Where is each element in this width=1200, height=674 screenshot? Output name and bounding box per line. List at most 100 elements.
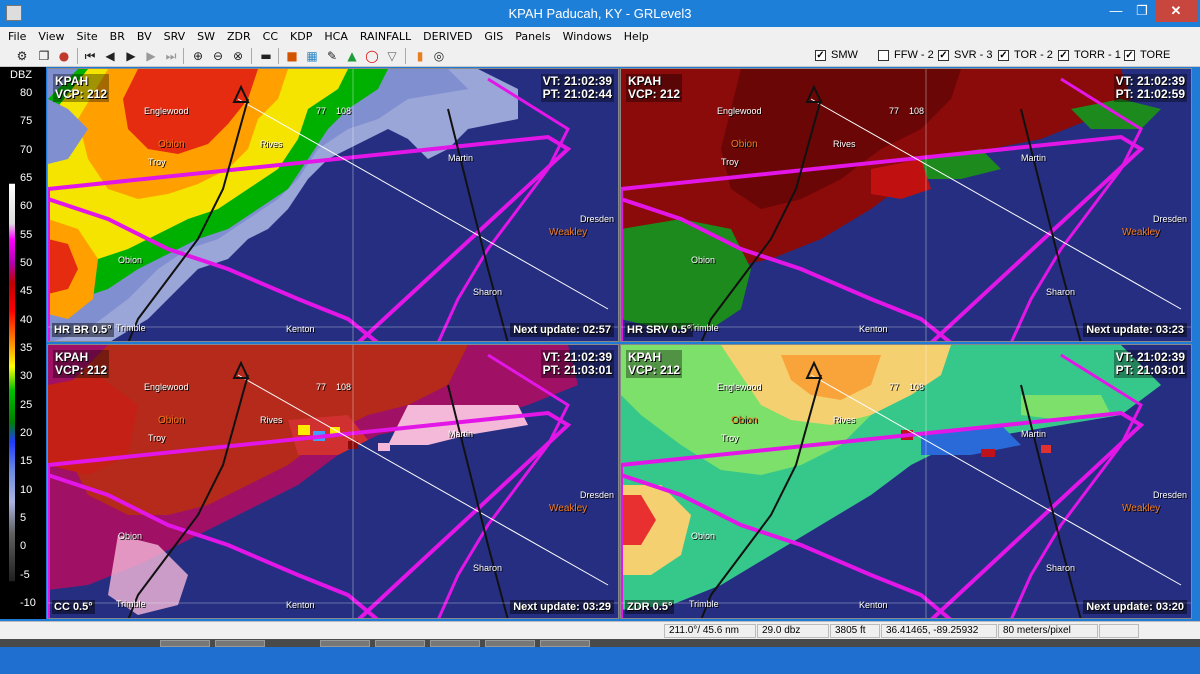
status-height: 3805 ft: [830, 624, 880, 638]
prev-frame-icon[interactable]: ◀: [102, 48, 118, 64]
menu-site[interactable]: Site: [77, 30, 98, 43]
radar-panel-correlation[interactable]: Englewood Obion Troy Rives Martin Dresde…: [47, 344, 619, 619]
checkbox-icon: ✓: [998, 49, 1009, 61]
color-scale-tick: 15: [20, 455, 33, 468]
color-scale: DBZ 80 75 70 65 60 55 50 45 40 35 30 25 …: [0, 67, 46, 619]
zoom-in-icon[interactable]: ⊕: [190, 48, 206, 64]
color-scale-tick: 10: [20, 483, 33, 496]
town-label: Rives: [833, 139, 856, 149]
radar-panel-reflectivity[interactable]: Englewood Obion Troy Rives Martin Dresde…: [47, 68, 619, 342]
color-scale-tick: 80: [20, 87, 33, 99]
town-label: Rives: [260, 415, 283, 425]
radar-panel-velocity[interactable]: Englewood Obion Troy Rives Martin Dresde…: [620, 68, 1192, 342]
menu-kdp[interactable]: KDP: [290, 30, 312, 43]
menu-rainfall[interactable]: RAINFALL: [360, 30, 411, 43]
town-label: Martin: [1021, 429, 1047, 439]
warning-toggle-torr[interactable]: ✓ TORR - 1: [1058, 49, 1121, 61]
warning-toggle-smw[interactable]: ✓ SMW: [815, 49, 858, 61]
county-label: Obion: [158, 415, 185, 426]
panel-time-info: VT: 21:02:39 PT: 21:02:59: [1113, 74, 1187, 102]
town-label: Rives: [260, 139, 283, 149]
status-resolution: 80 meters/pixel: [998, 624, 1098, 638]
circle-icon[interactable]: ◯: [364, 48, 380, 64]
warning-toggle-ffw[interactable]: FFW - 2: [878, 49, 934, 61]
warning-label: TOR - 2: [1014, 49, 1053, 61]
town-label: Sharon: [1046, 563, 1076, 573]
maximize-button[interactable]: ❐: [1129, 0, 1155, 22]
settings-icon[interactable]: ⚙: [14, 48, 30, 64]
town-label: Obion: [691, 531, 716, 541]
warning-toggle-svr[interactable]: ✓ SVR - 3: [938, 49, 993, 61]
close-button[interactable]: ✕: [1155, 0, 1197, 22]
menu-panels[interactable]: Panels: [515, 30, 550, 43]
target-icon[interactable]: ◎: [431, 48, 447, 64]
palette-icon[interactable]: ●: [56, 48, 72, 64]
taskbar-item[interactable]: [375, 640, 425, 647]
taskbar-item[interactable]: [215, 640, 265, 647]
panel-site-info: KPAH VCP: 212: [53, 350, 110, 378]
status-empty: [1099, 624, 1139, 638]
process-time: PT: 21:02:59: [1115, 87, 1185, 101]
pin-icon[interactable]: ✎: [324, 48, 340, 64]
taskbar-item[interactable]: [160, 640, 210, 647]
menu-sw[interactable]: SW: [197, 30, 215, 43]
radar-image: [48, 69, 618, 341]
taskbar-item[interactable]: [320, 640, 370, 647]
route-label: 77: [316, 106, 327, 116]
taskbar-item[interactable]: [430, 640, 480, 647]
county-label: Weakley: [1122, 227, 1161, 238]
menu-srv[interactable]: SRV: [164, 30, 186, 43]
clear-icon[interactable]: ▬: [258, 48, 274, 64]
town-label: Trimble: [689, 599, 719, 609]
menu-help[interactable]: Help: [624, 30, 649, 43]
menu-br[interactable]: BR: [110, 30, 125, 43]
menu-file[interactable]: File: [8, 30, 26, 43]
menu-view[interactable]: View: [38, 30, 64, 43]
zoom-reset-icon[interactable]: ⊗: [230, 48, 246, 64]
zoom-out-icon[interactable]: ⊖: [210, 48, 226, 64]
menu-bv[interactable]: BV: [137, 30, 152, 43]
toolbar: ⚙ ❐ ● ⏮ ◀ ▶ ▶ ⏭ ⊕ ⊖ ⊗ ▬ ■ ▦ ✎ ▲ ◯ ▽ ▮ ◎ …: [0, 45, 1200, 67]
town-label: Englewood: [144, 382, 189, 392]
orange-box-icon[interactable]: ▮: [412, 48, 428, 64]
menu-hca[interactable]: HCA: [324, 30, 347, 43]
minimize-button[interactable]: —: [1103, 0, 1129, 22]
menu-zdr[interactable]: ZDR: [227, 30, 251, 43]
first-frame-icon[interactable]: ⏮: [82, 48, 98, 64]
grid-icon[interactable]: ▦: [304, 48, 320, 64]
product-label: HR SRV 0.5°: [625, 323, 694, 337]
warning-toggle-tor[interactable]: ✓ TOR - 2: [998, 49, 1053, 61]
play-icon[interactable]: ▶: [123, 48, 139, 64]
warning-label: SMW: [831, 49, 858, 61]
route-label: 77: [316, 382, 327, 392]
vcp-label: VCP: 212: [628, 363, 681, 377]
route-label: 108: [336, 382, 352, 392]
color-scale-tick: 50: [20, 257, 33, 269]
county-label: Obion: [731, 415, 758, 426]
last-frame-icon[interactable]: ⏭: [163, 48, 179, 64]
radar-image: [621, 69, 1191, 341]
radar-panel-zdr[interactable]: Englewood Obion Troy Rives Martin Dresde…: [620, 344, 1192, 619]
menu-cc[interactable]: CC: [263, 30, 278, 43]
town-label: Dresden: [580, 214, 615, 224]
route-label: 108: [909, 382, 925, 392]
menu-derived[interactable]: DERIVED: [423, 30, 472, 43]
checkbox-icon: ✓: [1058, 49, 1069, 61]
warning-label: TORR - 1: [1074, 49, 1121, 61]
storm-icon[interactable]: ■: [284, 48, 300, 64]
toolbar-separator: [251, 48, 252, 64]
warning-toggle-tore[interactable]: ✓ TORE: [1124, 49, 1170, 61]
menu-gis[interactable]: GIS: [484, 30, 503, 43]
color-scale-tick: 25: [20, 398, 33, 411]
warning-label: FFW - 2: [894, 49, 934, 61]
filter-icon[interactable]: ▽: [384, 48, 400, 64]
next-frame-icon[interactable]: ▶: [143, 48, 159, 64]
triangle-icon[interactable]: ▲: [344, 48, 360, 64]
town-label: Englewood: [717, 382, 762, 392]
menu-windows[interactable]: Windows: [563, 30, 612, 43]
copy-icon[interactable]: ❐: [36, 48, 52, 64]
town-label: Trimble: [116, 599, 146, 609]
taskbar-item[interactable]: [540, 640, 590, 647]
panel-time-info: VT: 21:02:39 PT: 21:03:01: [540, 350, 614, 378]
taskbar-item[interactable]: [485, 640, 535, 647]
